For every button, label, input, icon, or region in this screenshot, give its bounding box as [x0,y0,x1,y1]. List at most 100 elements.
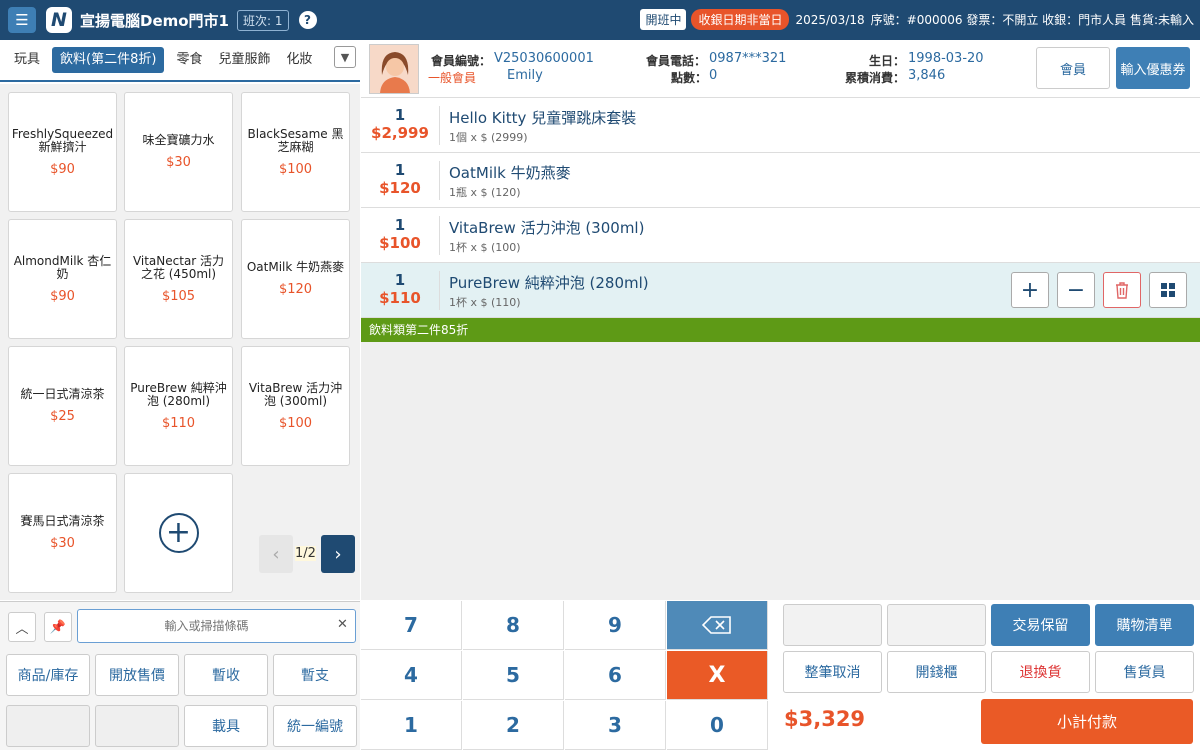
category-tab-drinks[interactable]: 飲料(第二件8折) [52,47,165,73]
barcode-input[interactable] [77,609,356,643]
carrier-button[interactable]: 載具 [184,705,268,747]
temp-pay-button[interactable]: 暫支 [273,654,357,696]
item-name: Hello Kitty 兒童彈跳床套裝 [449,109,637,127]
product-name: VitaBrew 活力沖泡 (300ml) [248,380,343,408]
key-3[interactable]: 3 [565,701,666,750]
key-8[interactable]: 8 [463,601,564,650]
key-7[interactable]: 7 [361,601,462,650]
product-price: $90 [50,161,75,177]
category-tab-kids-clothing[interactable]: 兒童服飾 [210,47,278,73]
member-phone-value: 0987***321 [709,51,787,66]
coupon-button[interactable]: 輸入優惠券 [1116,47,1190,89]
date-warning-badge: 收銀日期非當日 [691,9,790,30]
key-0[interactable]: 0 [667,701,768,750]
total-amount: $3,329 [784,707,866,731]
key-9[interactable]: 9 [565,601,666,650]
product-price: $120 [278,282,313,297]
product-tile[interactable]: VitaNectar 活力之花 (450ml) $105 [124,219,233,339]
open-drawer-button[interactable]: 開錢櫃 [887,651,986,693]
void-all-button[interactable]: 整筆取消 [783,651,882,693]
category-tab-toys[interactable]: 玩具 [6,47,48,73]
member-points-value: 0 [709,68,718,83]
item-qty: 1 [394,106,406,124]
member-birthday-value: 1998-03-20 [908,51,984,66]
product-name: OatMilk 牛奶燕麥 [246,260,345,274]
chevron-up-icon[interactable]: ︿ [8,612,36,642]
product-tile[interactable]: VitaBrew 活力沖泡 (300ml) $100 [241,346,350,466]
item-name: PureBrew 純粹沖泡 (280ml) [449,274,649,292]
product-price: $30 [166,155,191,170]
key-5[interactable]: 5 [463,651,564,700]
trash-icon[interactable] [1103,272,1141,308]
chevron-right-icon[interactable]: › [321,535,355,573]
product-tile[interactable]: AlmondMilk 杏仁奶 $90 [8,219,117,339]
product-price: $30 [50,536,75,551]
product-tile[interactable]: 賽馬日式清涼茶 $30 [8,473,117,593]
product-tile[interactable]: OatMilk 牛奶燕麥 $120 [241,219,350,339]
cart-item[interactable]: 1 $2,999 Hello Kitty 兒童彈跳床套裝 1個 x $ (299… [361,98,1200,153]
product-name: PureBrew 純粹沖泡 (280ml) [130,380,227,408]
member-points-label: 點數： [671,71,708,85]
product-tile[interactable]: 統一日式清涼茶 $25 [8,346,117,466]
product-tile[interactable]: PureBrew 純粹沖泡 (280ml) $110 [124,346,233,466]
transaction-date: 2025/03/18 [795,12,865,27]
member-name: Emily [507,68,543,83]
cart-list-button[interactable]: 購物清單 [1095,604,1194,646]
member-info-bar: 會員編號： V25030600001 一般會員 Emily 會員電話： 0987… [361,40,1200,98]
tax-id-button[interactable]: 統一編號 [273,705,357,747]
help-icon[interactable]: ? [298,11,317,29]
category-tab-snacks[interactable]: 零食 [168,47,210,73]
plus-icon[interactable]: + [1011,272,1049,308]
pin-icon[interactable]: 📌 [44,612,72,642]
member-button[interactable]: 會員 [1036,47,1110,89]
product-grid: FreshlySqueezed 新鮮擠汁 $90 味全寶礦力水 $30 Blac… [0,84,360,600]
product-name: BlackSesame 黑芝麻糊 [247,126,344,154]
clear-icon[interactable]: ✕ [337,617,348,632]
key-1[interactable]: 1 [361,701,462,750]
cancel-key[interactable]: X [667,651,768,700]
pay-button[interactable]: 小計付款 [981,699,1193,744]
category-tab-cosmetics[interactable]: 化妝 [278,47,320,73]
product-price: $110 [161,415,196,431]
top-bar: ☰ N 宣揚電腦Demo門市1 班次: 1 ? 開班中 收銀日期非當日 2025… [0,0,1200,40]
app-logo: N [46,7,72,33]
product-name: VitaNectar 活力之花 (450ml) [132,253,225,281]
key-4[interactable]: 4 [361,651,462,700]
temp-receive-button[interactable]: 暫收 [184,654,268,696]
hold-transaction-button[interactable]: 交易保留 [991,604,1090,646]
empty-button [783,604,882,646]
item-price: $100 [379,234,421,252]
item-detail: 1個 x $ (2999) [449,131,528,144]
member-phone-label: 會員電話： [646,54,707,68]
minus-icon[interactable]: − [1057,272,1095,308]
salesperson-button[interactable]: 售貨員 [1095,651,1194,693]
item-price: $110 [379,289,421,307]
chevron-left-icon[interactable]: ‹ [259,535,293,573]
page-indicator: 1/2 [295,546,316,561]
item-detail: 1瓶 x $ (120) [449,186,521,199]
product-price: $25 [50,409,75,424]
item-qty: 1 [394,271,406,289]
function-panel: 交易保留 購物清單 整筆取消 開錢櫃 退換貨 售貨員 $3,329 小計付款 [770,601,1200,750]
key-6[interactable]: 6 [565,651,666,700]
product-tile[interactable]: BlackSesame 黑芝麻糊 $100 [241,92,350,212]
empty-button [95,705,179,747]
inventory-button[interactable]: 商品/庫存 [6,654,90,696]
product-tile[interactable]: 味全寶礦力水 $30 [124,92,233,212]
chevron-down-icon[interactable]: ▼ [334,46,356,68]
cart-item-selected[interactable]: 1 $110 PureBrew 純粹沖泡 (280ml) 1杯 x $ (110… [361,263,1200,318]
item-qty: 1 [394,161,406,179]
product-tile[interactable]: FreshlySqueezed 新鮮擠汁 $90 [8,92,117,212]
hamburger-menu-icon[interactable]: ☰ [8,7,36,33]
open-price-button[interactable]: 開放售價 [95,654,179,696]
key-2[interactable]: 2 [463,701,564,750]
cart-item[interactable]: 1 $100 VitaBrew 活力沖泡 (300ml) 1杯 x $ (100… [361,208,1200,263]
member-id-value: V25030600001 [494,51,594,66]
item-detail: 1杯 x $ (110) [449,296,521,309]
backspace-icon[interactable] [667,601,768,650]
add-product-button[interactable]: + [124,473,233,593]
return-button[interactable]: 退換貨 [991,651,1090,693]
grid-icon[interactable] [1149,272,1187,308]
cart-item[interactable]: 1 $120 OatMilk 牛奶燕麥 1瓶 x $ (120) [361,153,1200,208]
cart-list: 1 $2,999 Hello Kitty 兒童彈跳床套裝 1個 x $ (299… [361,98,1200,600]
